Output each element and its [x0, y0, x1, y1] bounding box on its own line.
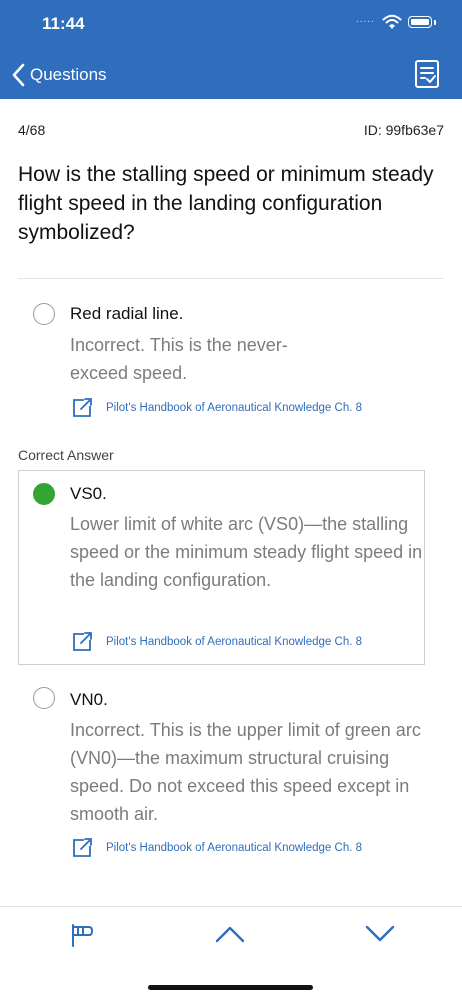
option-explanation: Incorrect. This is the upper limit of gr… — [70, 720, 421, 824]
answer-option-3[interactable]: VN0. Incorrect. This is the upper limit … — [18, 686, 426, 866]
chevron-down-icon[interactable] — [364, 923, 396, 945]
option-label: VS0. — [70, 484, 107, 503]
reference-link[interactable]: Pilot's Handbook of Aeronautical Knowled… — [70, 630, 362, 654]
reference-link[interactable]: Pilot's Handbook of Aeronautical Knowled… — [70, 836, 362, 860]
external-link-icon — [73, 398, 92, 417]
flag-icon[interactable] — [68, 921, 96, 949]
back-button[interactable]: Questions — [12, 60, 107, 90]
battery-tip — [434, 20, 436, 25]
chevron-left-icon — [12, 63, 25, 87]
question-text: How is the stalling speed or minimum ste… — [18, 163, 434, 244]
answer-option-2[interactable]: VS0. Lower limit of white arc (VS0)—the … — [18, 480, 426, 660]
correct-answer-label: Correct Answer — [18, 447, 114, 463]
answer-option-1[interactable]: Red radial line. Incorrect. This is the … — [18, 300, 426, 430]
question-progress: 4/68 — [18, 122, 46, 138]
app-header: 11:44 ..... Questions — [0, 0, 462, 99]
option-explanation: Incorrect. This is the never-exceed spee… — [70, 335, 288, 383]
reference-text: Pilot's Handbook of Aeronautical Knowled… — [106, 402, 362, 414]
wifi-icon — [382, 14, 402, 29]
home-indicator — [148, 985, 313, 990]
radio-button-selected[interactable] — [33, 483, 55, 505]
review-list-icon[interactable] — [412, 58, 442, 90]
option-label: Red radial line. — [70, 304, 184, 323]
question-id: ID: 99fb63e7 — [363, 122, 444, 138]
radio-button[interactable] — [33, 687, 55, 709]
divider — [18, 278, 444, 279]
reference-text: Pilot's Handbook of Aeronautical Knowled… — [106, 636, 362, 648]
back-label: Questions — [30, 65, 107, 84]
reference-link[interactable]: Pilot's Handbook of Aeronautical Knowled… — [70, 396, 362, 420]
chevron-up-icon[interactable] — [214, 923, 246, 945]
status-time: 11:44 — [42, 14, 85, 33]
radio-button[interactable] — [33, 303, 55, 325]
reference-text: Pilot's Handbook of Aeronautical Knowled… — [106, 842, 362, 854]
option-explanation: Lower limit of white arc (VS0)—the stall… — [70, 514, 423, 590]
external-link-icon — [73, 632, 92, 651]
option-label: VN0. — [70, 690, 108, 709]
signal-icon: ..... — [356, 14, 375, 25]
battery-icon — [408, 16, 432, 28]
external-link-icon — [73, 838, 92, 857]
